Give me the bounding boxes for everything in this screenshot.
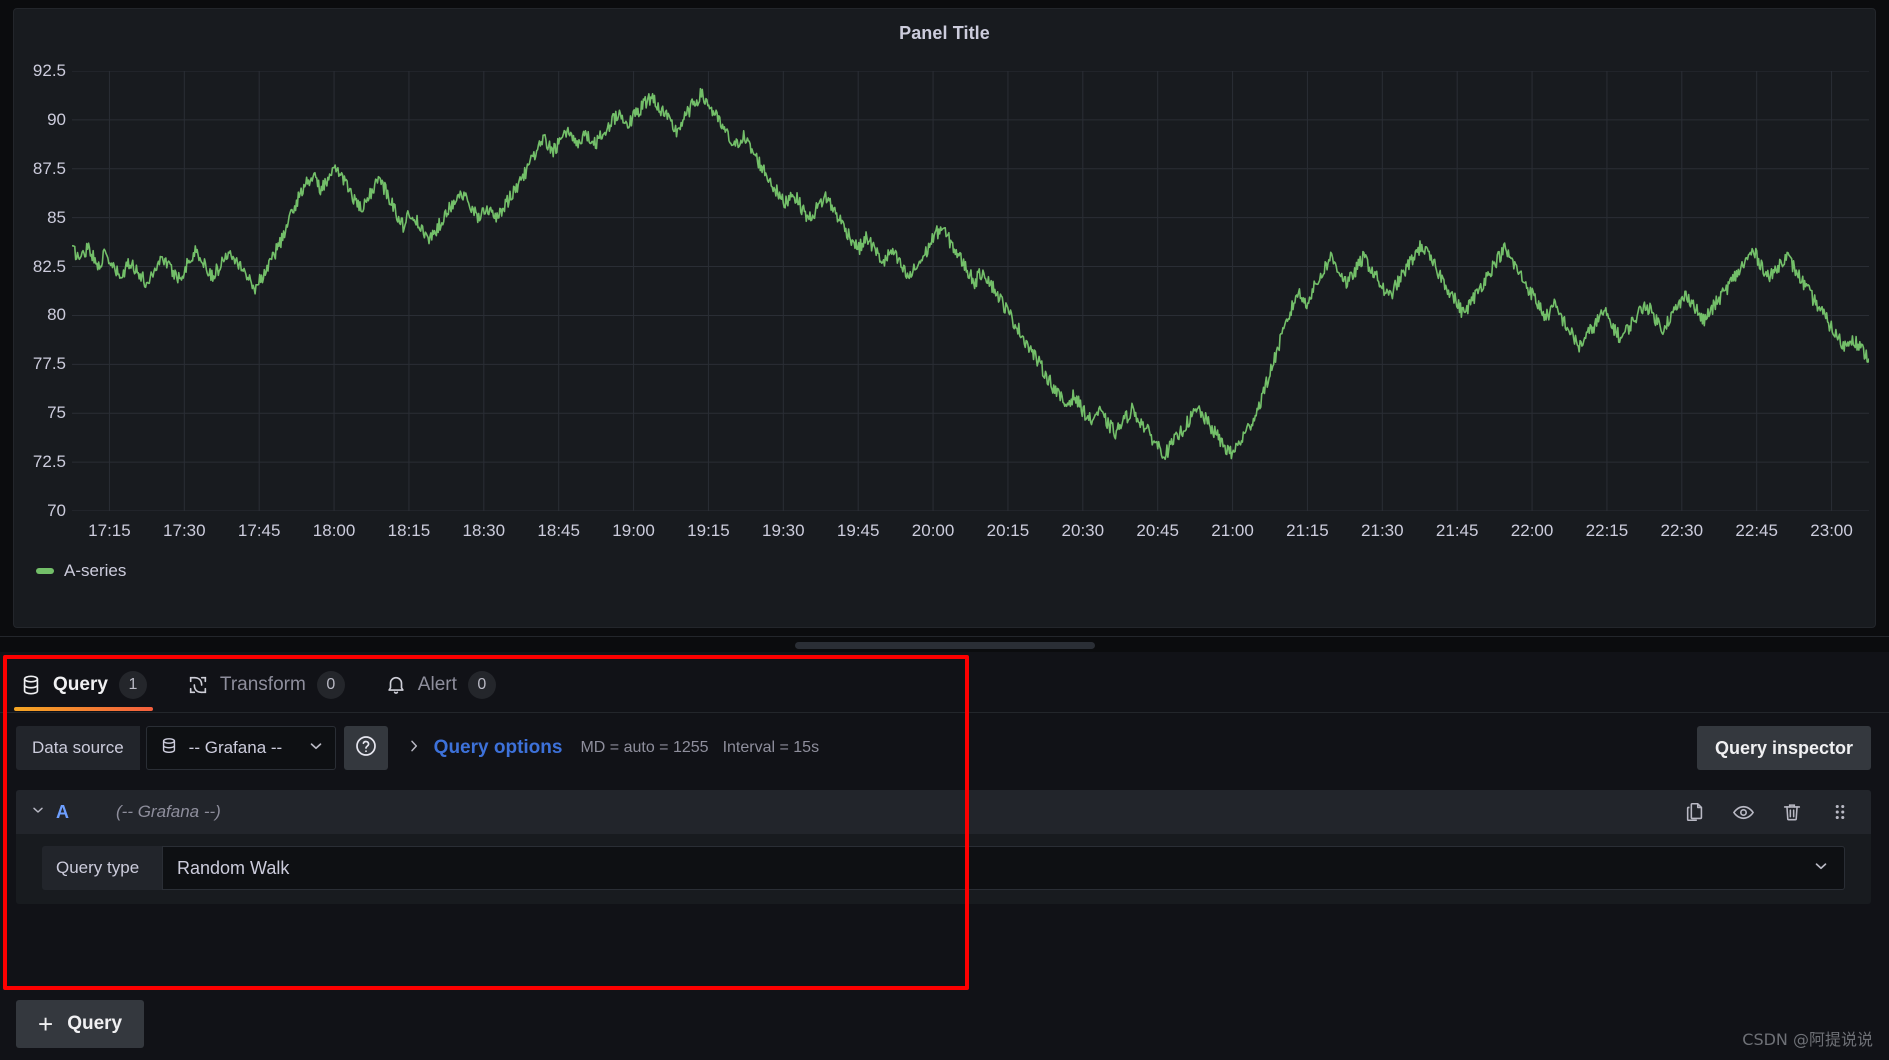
- tabs-divider: [0, 712, 1889, 713]
- interval-text: Interval = 15s: [722, 739, 820, 756]
- x-axis-tick: 22:15: [1585, 521, 1629, 540]
- legend-color-swatch: [36, 568, 54, 574]
- chevron-down-icon: [1812, 857, 1830, 880]
- drag-handle-icon[interactable]: [1829, 801, 1851, 823]
- query-editor-pane: Query 1 Transform 0 Alert 0 Data source …: [0, 652, 1889, 1060]
- x-axis-tick: 21:00: [1211, 521, 1254, 540]
- y-axis-tick: 82.5: [32, 256, 66, 276]
- tab-query-label: Query: [53, 674, 108, 695]
- x-axis-tick: 19:45: [836, 521, 880, 540]
- x-axis-tick: 17:45: [237, 521, 281, 540]
- tab-alert[interactable]: Alert 0: [365, 661, 516, 709]
- y-axis-tick: 90: [47, 109, 66, 129]
- tab-query-count: 1: [118, 671, 147, 699]
- grafana-panel-editor: Panel Title 92.5 90 87.5 85 82.5 80 77.5 75 72.5…: [0, 0, 1889, 1060]
- x-axis-tick: 22:00: [1510, 521, 1554, 540]
- tab-alert-label: Alert: [417, 674, 457, 695]
- chevron-right-icon: [406, 738, 422, 759]
- watermark: CSDN @阿提说说: [1742, 1030, 1873, 1049]
- pane-splitter[interactable]: [0, 636, 1889, 652]
- datasource-selected-value: -- Grafana --: [188, 738, 283, 757]
- add-query-button[interactable]: + Query: [16, 1000, 145, 1048]
- max-data-points-text: MD = auto = 1255: [580, 739, 709, 756]
- query-row-a: A (-- Grafana --) Query type Random Walk: [16, 790, 1871, 904]
- add-query-label: Query: [67, 1013, 123, 1034]
- x-axis-tick: 17:30: [163, 521, 206, 540]
- x-axis-tick: 20:45: [1136, 521, 1179, 540]
- x-axis-tick: 21:15: [1286, 521, 1329, 540]
- datasource-icon: [159, 736, 179, 761]
- tab-transform[interactable]: Transform 0: [167, 661, 365, 709]
- splitter-line: [0, 636, 1889, 637]
- splitter-grip[interactable]: [794, 642, 1095, 649]
- transform-icon: [187, 674, 209, 696]
- plus-icon: +: [38, 1009, 54, 1039]
- tab-alert-count: 0: [467, 671, 496, 699]
- x-axis-tick: 19:15: [687, 521, 730, 540]
- x-axis-tick: 19:30: [762, 521, 805, 540]
- x-axis: 17:15 17:30 17:45 18:00 18:15 18:30 18:45 19:00…: [72, 513, 1869, 543]
- chart-legend: A-series: [36, 561, 126, 581]
- question-circle-icon: [354, 734, 378, 763]
- x-axis-tick: 20:30: [1061, 521, 1105, 540]
- datasource-help-button[interactable]: [343, 726, 388, 770]
- x-axis-tick: 21:30: [1361, 521, 1404, 540]
- datasource-picker[interactable]: -- Grafana --: [145, 726, 336, 770]
- query-type-field: Query type Random Walk: [42, 846, 1871, 890]
- query-options-toggle[interactable]: Query options: [406, 737, 563, 759]
- active-tab-indicator: [14, 707, 153, 711]
- bell-icon: [385, 674, 407, 696]
- datasource-label: Data source: [16, 726, 140, 770]
- x-axis-tick: 19:00: [612, 521, 655, 540]
- y-axis-tick: 70: [47, 501, 66, 520]
- x-axis-tick: 17:15: [88, 521, 131, 540]
- duplicate-icon[interactable]: [1684, 801, 1706, 823]
- editor-tabs: Query 1 Transform 0 Alert 0: [0, 660, 1889, 711]
- y-axis-tick: 85: [47, 207, 66, 227]
- x-axis-tick: 20:00: [911, 521, 955, 540]
- y-axis-tick: 80: [47, 305, 66, 325]
- y-axis-tick: 92.5: [32, 61, 66, 80]
- collapse-toggle-icon[interactable]: [30, 802, 56, 823]
- plot-area: [71, 70, 1870, 512]
- query-datasource-name: (-- Grafana --): [116, 802, 221, 821]
- query-type-label: Query type: [42, 846, 162, 890]
- query-row-body: Query type Random Walk: [16, 834, 1871, 904]
- y-axis-tick: 87.5: [32, 158, 66, 178]
- y-axis-tick: 72.5: [32, 452, 66, 472]
- query-options-label: Query options: [433, 737, 563, 758]
- x-axis-tick: 18:45: [537, 521, 580, 540]
- query-type-select[interactable]: Random Walk: [162, 846, 1845, 890]
- legend-series-label: A-series: [64, 561, 127, 580]
- page-title: Panel Title: [899, 23, 990, 43]
- x-axis-tick: 18:30: [462, 521, 506, 540]
- x-axis-tick: 21:45: [1435, 521, 1479, 540]
- tab-transform-label: Transform: [219, 674, 306, 695]
- trash-icon[interactable]: [1781, 801, 1803, 823]
- y-axis-tick: 75: [47, 403, 66, 423]
- database-icon: [20, 674, 42, 696]
- y-axis: 92.5 90 87.5 85 82.5 80 77.5 75 72.5 70: [14, 61, 72, 520]
- x-axis-tick: 18:00: [312, 521, 356, 540]
- eye-icon[interactable]: [1732, 801, 1755, 824]
- query-inspector-button[interactable]: Query inspector: [1696, 726, 1871, 770]
- chart-panel: Panel Title 92.5 90 87.5 85 82.5 80 77.5 75 72.5…: [13, 8, 1876, 628]
- x-axis-tick: 18:15: [387, 521, 431, 540]
- datasource-row: Data source -- Grafana -- Query options …: [0, 722, 1889, 774]
- query-ref-id[interactable]: A: [56, 802, 116, 823]
- chevron-down-icon: [307, 737, 325, 760]
- tab-transform-count: 0: [316, 671, 345, 699]
- tab-query[interactable]: Query 1: [0, 661, 167, 711]
- x-axis-tick: 20:15: [986, 521, 1030, 540]
- query-type-value: Random Walk: [177, 857, 290, 878]
- x-axis-tick: 22:45: [1735, 521, 1778, 540]
- x-axis-tick: 23:00: [1810, 521, 1853, 540]
- query-row-actions: [1684, 801, 1857, 824]
- y-axis-tick: 77.5: [32, 354, 66, 374]
- time-series-chart: [71, 70, 1870, 512]
- query-row-header: A (-- Grafana --): [16, 790, 1871, 834]
- plot-wrapper: 92.5 90 87.5 85 82.5 80 77.5 75 72.5 70 17:15 17:3…: [14, 61, 1877, 580]
- x-axis-tick: 22:30: [1660, 521, 1704, 540]
